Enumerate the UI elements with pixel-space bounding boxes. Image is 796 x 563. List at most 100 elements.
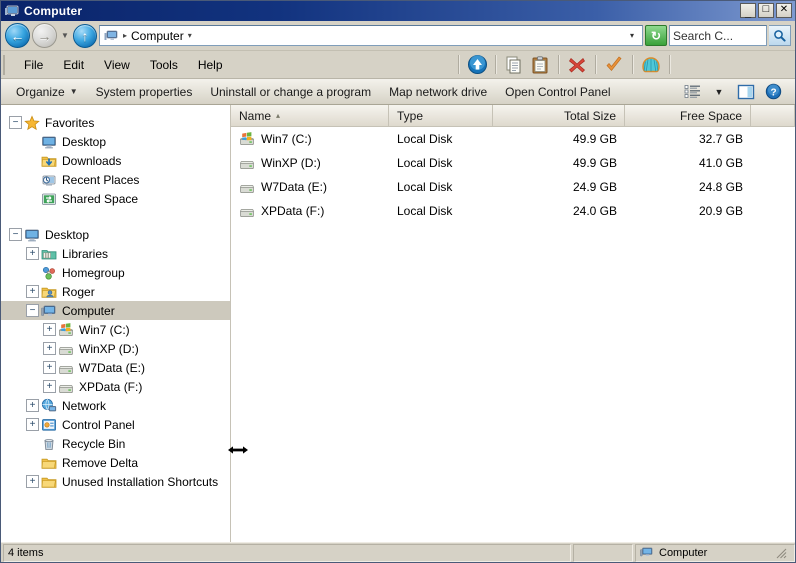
view-list-icon[interactable] (680, 81, 704, 103)
command-bar-right: ▼ ? (680, 81, 789, 103)
breadcrumb-caret-icon[interactable]: ▾ (188, 31, 192, 40)
cell-name: XPData (F:) (231, 203, 389, 219)
uninstall-program-button[interactable]: Uninstall or change a program (201, 82, 380, 102)
column-header-filler[interactable] (751, 105, 795, 126)
search-button[interactable] (769, 25, 791, 46)
minimize-glyph: _ (744, 7, 752, 19)
tree-item-control-panel[interactable]: + Control Panel (1, 415, 230, 434)
tree-label: WinXP (D:) (79, 341, 139, 356)
window-title: Computer (24, 4, 83, 18)
tree-item-homegroup[interactable]: Homegroup (1, 263, 230, 282)
preview-pane-icon[interactable] (734, 81, 758, 103)
close-button[interactable]: ✕ (776, 3, 792, 18)
menu-edit[interactable]: Edit (54, 55, 93, 75)
expander-toggle[interactable]: + (26, 418, 39, 431)
forward-arrow-icon: → (37, 27, 52, 44)
expander-toggle[interactable]: + (43, 342, 56, 355)
resize-grip[interactable] (774, 546, 788, 560)
delete-icon[interactable] (564, 53, 590, 77)
tree-item-shared-space[interactable]: Shared Space (1, 189, 230, 208)
chevron-down-icon: ▼ (69, 87, 78, 96)
menu-bar: File Edit View Tools Help (1, 51, 795, 79)
organize-button[interactable]: Organize ▼ (7, 82, 87, 102)
tree-label: Win7 (C:) (79, 322, 130, 337)
tree-item-xpdata-f[interactable]: + XPData (F:) (1, 377, 230, 396)
help-icon[interactable]: ? (761, 81, 785, 103)
expander-toggle[interactable]: + (43, 323, 56, 336)
up-button[interactable]: ↑ (73, 23, 97, 48)
table-row[interactable]: WinXP (D:) Local Disk 49.9 GB 41.0 GB (231, 151, 795, 175)
table-row[interactable]: Win7 (C:) Local Disk 49.9 GB 32.7 GB (231, 127, 795, 151)
expander-toggle[interactable]: + (43, 380, 56, 393)
table-row[interactable]: XPData (F:) Local Disk 24.0 GB 20.9 GB (231, 199, 795, 223)
tree-item-desktop-favorite[interactable]: Desktop (1, 132, 230, 151)
explorer-window: Computer _ □ ✕ ← → ▼ ↑ ▸ Computer ▾ ▾ ↻ … (0, 0, 796, 563)
expander-toggle[interactable]: + (26, 247, 39, 260)
navigation-pane[interactable]: − Favorites Desktop Downloads Recent Pla… (1, 105, 231, 542)
maximize-button[interactable]: □ (758, 3, 774, 18)
shell-icon[interactable] (638, 53, 664, 77)
menu-file[interactable]: File (15, 55, 52, 75)
menu-view[interactable]: View (95, 55, 139, 75)
status-middle-panel (573, 543, 633, 562)
address-field[interactable]: ▸ Computer ▾ ▾ (99, 25, 643, 46)
cell-name: W7Data (E:) (231, 179, 389, 195)
menu-help[interactable]: Help (189, 55, 232, 75)
column-header-type[interactable]: Type (389, 105, 493, 126)
cell-free-space: 32.7 GB (698, 132, 743, 146)
search-input[interactable]: Search C... (669, 25, 767, 46)
expander-toggle[interactable]: − (9, 116, 22, 129)
back-button[interactable]: ← (5, 23, 30, 48)
tree-label: Recent Places (62, 172, 140, 187)
system-properties-button[interactable]: System properties (87, 82, 202, 102)
map-network-drive-button[interactable]: Map network drive (380, 82, 496, 102)
forward-button[interactable]: → (32, 23, 57, 48)
expander-toggle[interactable]: + (26, 285, 39, 298)
tree-item-unused-installation-shortcuts[interactable]: + Unused Installation Shortcuts (1, 472, 230, 491)
table-row[interactable]: W7Data (E:) Local Disk 24.9 GB 24.8 GB (231, 175, 795, 199)
tree-label: Remove Delta (62, 455, 139, 470)
copy-icon[interactable] (501, 53, 527, 77)
star-icon (24, 114, 40, 131)
command-bar: Organize ▼ System properties Uninstall o… (1, 79, 795, 105)
tree-item-libraries[interactable]: + Libraries (1, 244, 230, 263)
expander-placeholder (26, 192, 39, 205)
expander-toggle[interactable]: + (26, 475, 39, 488)
tree-item-roger[interactable]: + Roger (1, 282, 230, 301)
refresh-button[interactable]: ↻ (645, 25, 667, 46)
tree-item-recent-places[interactable]: Recent Places (1, 170, 230, 189)
expander-placeholder (26, 154, 39, 167)
tree-item-win7-c[interactable]: + Win7 (C:) (1, 320, 230, 339)
history-dropdown-icon[interactable]: ▼ (59, 31, 71, 40)
open-control-panel-button[interactable]: Open Control Panel (496, 82, 619, 102)
expander-toggle[interactable]: + (43, 361, 56, 374)
expander-toggle[interactable]: − (9, 228, 22, 241)
tree-item-winxp-d[interactable]: + WinXP (D:) (1, 339, 230, 358)
minimize-button[interactable]: _ (740, 3, 756, 19)
column-header-name[interactable]: Name ▴ (231, 105, 389, 126)
tree-label: XPData (F:) (79, 379, 143, 394)
column-header-free-space[interactable]: Free Space (625, 105, 751, 126)
tree-item-w7data-e[interactable]: + W7Data (E:) (1, 358, 230, 377)
breadcrumb-computer[interactable]: Computer (131, 29, 184, 43)
tree-item-remove-delta[interactable]: Remove Delta (1, 453, 230, 472)
address-dropdown-icon[interactable]: ▾ (626, 31, 638, 40)
tree-item-computer[interactable]: − Computer (1, 301, 230, 320)
tree-item-desktop-root[interactable]: − Desktop (1, 225, 230, 244)
tree-item-recycle-bin[interactable]: Recycle Bin (1, 434, 230, 453)
checkmark-icon[interactable] (601, 53, 627, 77)
up-folder-icon[interactable] (464, 53, 490, 77)
expander-toggle[interactable]: − (26, 304, 39, 317)
tree-item-favorites[interactable]: − Favorites (1, 113, 230, 132)
recycle-bin-icon (41, 436, 57, 452)
tree-item-network[interactable]: + Network (1, 396, 230, 415)
menu-tools[interactable]: Tools (141, 55, 187, 75)
paste-icon[interactable] (527, 53, 553, 77)
tree-item-downloads[interactable]: Downloads (1, 151, 230, 170)
column-header-total-size[interactable]: Total Size (493, 105, 625, 126)
expander-toggle[interactable]: + (26, 399, 39, 412)
network-icon (41, 398, 57, 414)
view-dropdown-icon[interactable]: ▼ (707, 81, 731, 103)
desktop-icon (41, 134, 57, 150)
tree-label: Roger (62, 284, 95, 299)
